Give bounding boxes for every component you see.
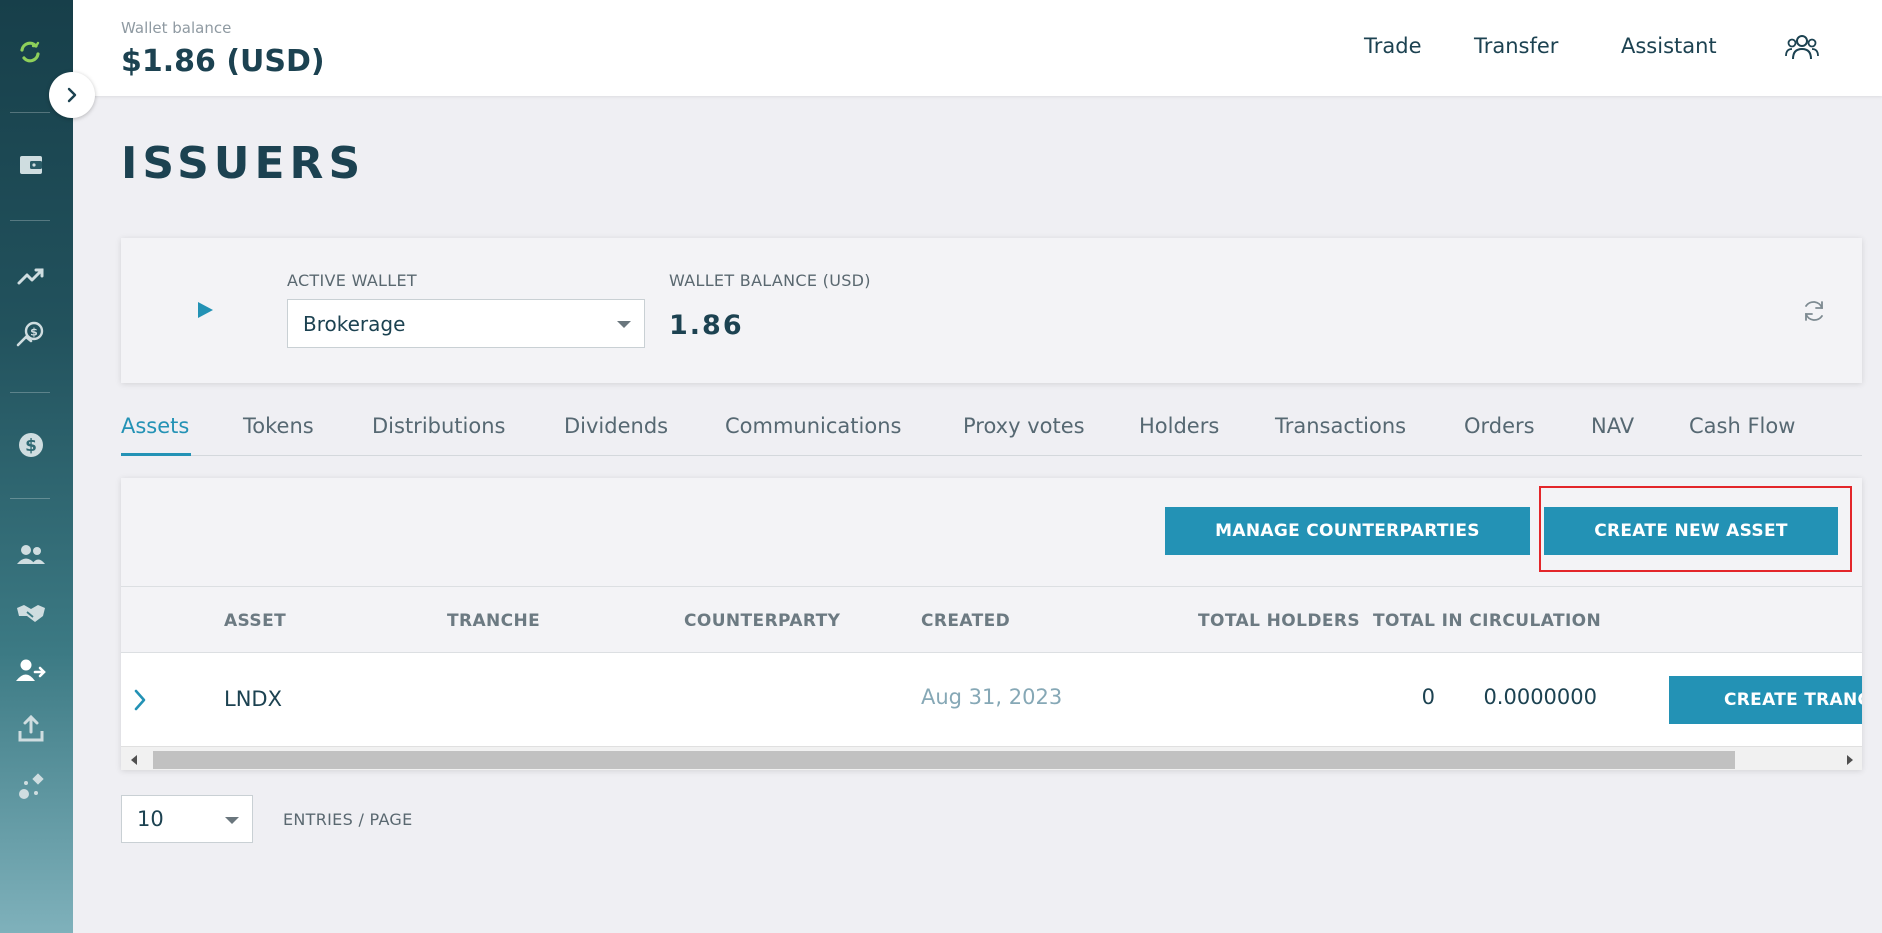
sidebar-toggle-button[interactable]	[49, 72, 95, 118]
scroll-thumb[interactable]	[153, 751, 1735, 769]
wallet-balance-label: Wallet balance	[121, 19, 232, 37]
tab-assets[interactable]: Assets	[121, 414, 189, 438]
users-icon[interactable]	[14, 538, 48, 572]
horizontal-scrollbar[interactable]	[121, 746, 1862, 770]
wallet-balance-value: $1.86 (USD)	[121, 44, 325, 79]
active-wallet-value: Brokerage	[303, 312, 406, 336]
tab-distributions[interactable]: Distributions	[372, 414, 505, 438]
people-icon[interactable]	[1785, 30, 1819, 64]
wallet-balance-usd-value: 1.86	[669, 310, 744, 341]
nav-trade[interactable]: Trade	[1364, 34, 1422, 58]
wallet-balance-usd-label: WALLET BALANCE (USD)	[669, 271, 871, 290]
upload-icon[interactable]	[14, 712, 48, 746]
wallet-icon[interactable]	[14, 148, 48, 182]
trending-up-icon[interactable]	[14, 260, 48, 294]
column-header-tranche[interactable]: TRANCHE	[447, 611, 540, 631]
money-hand-icon[interactable]: $	[14, 318, 48, 352]
chevron-right-icon	[67, 87, 77, 103]
column-header-asset[interactable]: ASSET	[224, 611, 286, 631]
wallet-card: ACTIVE WALLET Brokerage WALLET BALANCE (…	[121, 238, 1862, 383]
user-transfer-icon[interactable]	[14, 654, 48, 688]
create-tranche-button[interactable]: CREATE TRANC	[1669, 676, 1862, 724]
chevron-down-icon	[617, 321, 631, 328]
page-title: ISSUERS	[121, 138, 366, 189]
tab-bar: Assets Tokens Distributions Dividends Co…	[121, 410, 1862, 456]
cell-asset: LNDX	[224, 687, 282, 711]
column-header-created[interactable]: CREATED	[921, 611, 1010, 631]
column-header-total-holders[interactable]: TOTAL HOLDERS	[1198, 611, 1360, 631]
highlight-box	[1539, 486, 1852, 572]
shapes-icon[interactable]	[14, 770, 48, 804]
cell-created: Aug 31, 2023	[921, 685, 1063, 709]
refresh-icon[interactable]	[1801, 298, 1827, 324]
active-wallet-label: ACTIVE WALLET	[287, 271, 417, 290]
top-bar: Wallet balance $1.86 (USD)	[73, 0, 1882, 96]
active-tab-indicator	[121, 453, 191, 456]
column-header-total-in-circulation[interactable]: TOTAL IN CIRCULATION	[1373, 611, 1601, 631]
expand-chevron-icon[interactable]	[131, 687, 149, 713]
page-size-value: 10	[137, 807, 164, 831]
tab-communications[interactable]: Communications	[725, 414, 901, 438]
table-header: ASSET TRANCHE COUNTERPARTY CREATED TOTAL…	[121, 586, 1862, 652]
cell-total-in-circulation: 0.0000000	[1483, 685, 1597, 709]
page-size-select[interactable]: 10	[121, 795, 253, 843]
handshake-icon[interactable]	[14, 596, 48, 630]
tab-holders[interactable]: Holders	[1139, 414, 1219, 438]
assets-panel: MANAGE COUNTERPARTIES CREATE NEW ASSET A…	[121, 478, 1862, 770]
entries-per-page-label: ENTRIES / PAGE	[283, 810, 413, 829]
scroll-right-icon[interactable]	[1847, 755, 1853, 765]
tab-transactions[interactable]: Transactions	[1275, 414, 1406, 438]
nav-assistant[interactable]: Assistant	[1621, 34, 1717, 58]
sidebar: $ $	[0, 0, 73, 933]
scroll-left-icon[interactable]	[131, 755, 137, 765]
app-logo-icon[interactable]	[16, 38, 44, 66]
tab-tokens[interactable]: Tokens	[243, 414, 314, 438]
tab-dividends[interactable]: Dividends	[564, 414, 668, 438]
manage-counterparties-button[interactable]: MANAGE COUNTERPARTIES	[1165, 507, 1530, 555]
svg-text:$: $	[25, 436, 37, 456]
dollar-icon[interactable]: $	[14, 428, 48, 462]
play-icon[interactable]	[195, 300, 215, 320]
chevron-down-icon	[225, 817, 239, 824]
tab-cash-flow[interactable]: Cash Flow	[1689, 414, 1795, 438]
active-wallet-select[interactable]: Brokerage	[287, 299, 645, 348]
nav-transfer[interactable]: Transfer	[1474, 34, 1558, 58]
table-row[interactable]: LNDX Aug 31, 2023 0 0.0000000 CREATE TRA…	[121, 652, 1862, 746]
tab-proxy-votes[interactable]: Proxy votes	[963, 414, 1085, 438]
svg-text:$: $	[30, 326, 38, 339]
tab-nav[interactable]: NAV	[1591, 414, 1634, 438]
column-header-counterparty[interactable]: COUNTERPARTY	[684, 611, 840, 631]
tab-orders[interactable]: Orders	[1464, 414, 1535, 438]
